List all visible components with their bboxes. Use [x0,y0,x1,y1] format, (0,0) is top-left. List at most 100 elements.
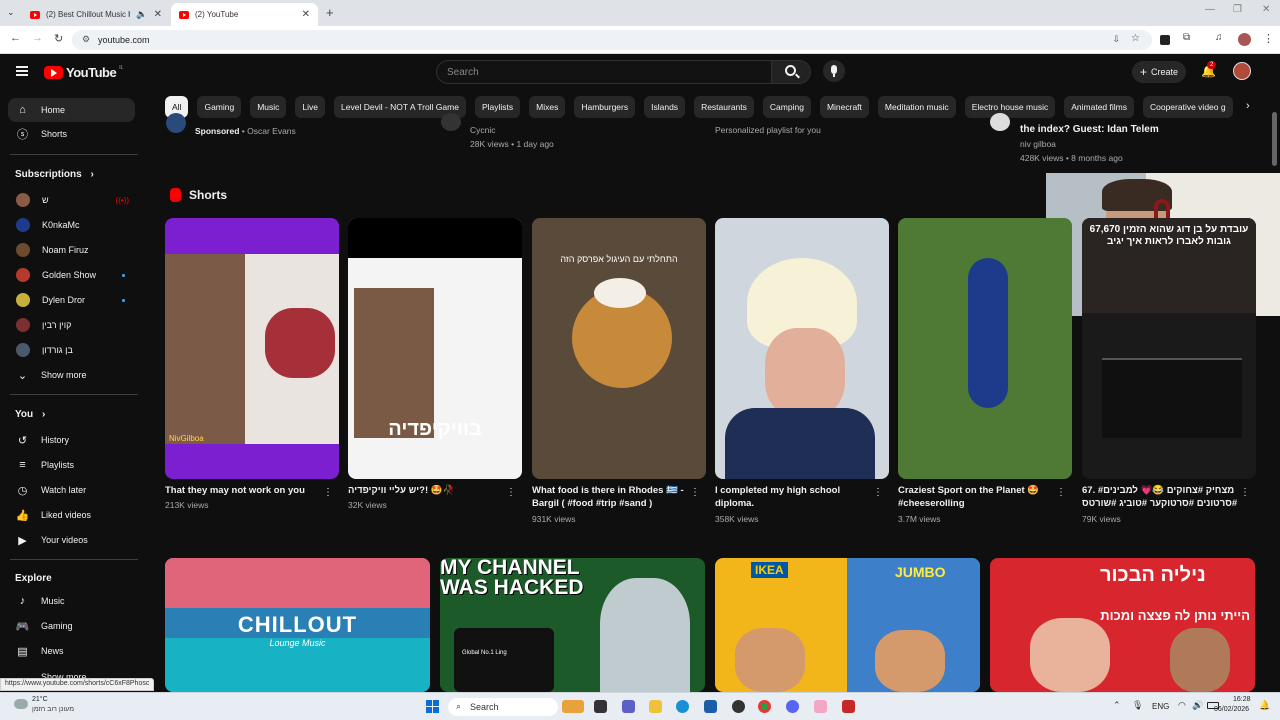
store-icon[interactable] [704,700,717,713]
filter-chip[interactable]: Live [295,96,326,118]
sidebar-item-watch-later[interactable]: ◷ Watch later [8,478,135,502]
short-title[interactable]: I completed my high school diploma. [715,484,875,510]
close-window-icon[interactable]: ✕ [1262,4,1270,15]
page-scrollbar[interactable] [1272,92,1278,692]
media-control-icon[interactable]: ♫ [1215,32,1223,43]
sidebar-item-your-videos[interactable]: ▶ Your videos [8,528,135,552]
filter-chip[interactable]: Playlists [474,96,521,118]
more-actions-icon[interactable]: ⋮ [873,487,883,498]
short-thumbnail[interactable]: התחלתי עם העיגול אפרסק הזה [532,218,706,479]
forward-icon[interactable]: → [32,32,43,44]
more-actions-icon[interactable]: ⋮ [1240,487,1250,498]
short-title[interactable]: What food is there in Rhodes 🇬🇷 - Bargil… [532,484,692,510]
sidebar-item-subscription[interactable]: קוין רבין [8,313,135,337]
wifi-icon[interactable]: ◠ [1178,700,1186,711]
task-view-icon[interactable] [594,700,607,713]
notification-center-icon[interactable]: 🔔 [1259,700,1270,711]
sidebar-item-subscription[interactable]: Dylen Dror [8,288,135,312]
advertiser-name[interactable]: Oscar Evans [247,126,296,136]
you-header[interactable]: You › [15,409,45,420]
sidebar-item-subscription[interactable]: ש ((•)) [8,188,135,212]
sidebar-item-history[interactable]: ↺ History [8,428,135,452]
hamburger-menu-icon[interactable] [16,66,28,76]
sidebar-item-home[interactable]: ⌂ Home [8,98,135,122]
volume-icon[interactable]: 🔊 [1192,700,1203,711]
clock-date[interactable]: 06/02/2026 [1214,706,1249,713]
tab-youtube[interactable]: (2) YouTube ✕ [171,3,318,26]
sidebar-item-liked-videos[interactable]: 👍 Liked videos [8,503,135,527]
more-actions-icon[interactable]: ⋮ [506,487,516,498]
extensions-puzzle-icon[interactable]: ⧉ [1183,32,1190,43]
minimize-icon[interactable]: — [1205,4,1215,15]
sidebar-item-shorts[interactable]: ⓢ Shorts [8,122,135,146]
scrollbar-thumb[interactable] [1272,112,1277,166]
weather-icon[interactable] [14,699,28,709]
speaker-icon[interactable]: 🔈 [136,9,147,20]
tray-chevron-icon[interactable]: ⌃ [1113,700,1121,711]
taskbar-search[interactable]: ⌕ Search [448,698,558,716]
filter-chip[interactable]: Camping [762,96,811,118]
filter-chip[interactable]: Restaurants [694,96,754,118]
video-thumbnail[interactable]: ניליה הבכור הייתי נותן לה פצצה ומכות [990,558,1255,692]
short-thumbnail[interactable]: NivGilboa [165,218,339,479]
channel-avatar[interactable] [990,113,1010,131]
more-actions-icon[interactable]: ⋮ [690,487,700,498]
profile-avatar[interactable] [1238,33,1251,46]
sponsored-channel-avatar[interactable] [166,113,186,133]
sidebar-item-subscription[interactable]: Noam Firuz [8,238,135,262]
filter-chip[interactable]: Islands [644,96,686,118]
reload-icon[interactable]: ↻ [54,32,63,45]
sidebar-item-subscription[interactable]: K0nkaMc [8,213,135,237]
short-title[interactable]: 67. #מצחיק #צחוקים 😂💗 למבינים #סרטונים #… [1082,484,1242,510]
app-icon[interactable] [732,700,745,713]
video-thumbnail[interactable]: CHILLOUT Lounge Music [165,558,430,692]
short-title[interactable]: יש עליי וויקיפדיה?! 🤩🥀 [348,484,508,497]
install-icon[interactable]: ⇩ [1112,34,1120,45]
filter-chip[interactable]: Minecraft [819,96,869,118]
sidebar-item-subscription[interactable]: בן גורדון [8,338,135,362]
language-indicator[interactable]: ENG [1152,702,1169,711]
address-field[interactable]: ⚙ youtube.com ⇩ ☆ [72,30,1152,50]
filter-chip[interactable]: Hamburgers [574,96,636,118]
bookmark-star-icon[interactable]: ☆ [1131,33,1140,44]
site-info-icon[interactable]: ⚙ [82,34,90,45]
video-thumbnail[interactable]: MY CHANNEL WAS HACKED Global No.1 Ling [440,558,705,692]
close-tab-icon[interactable]: ✕ [154,9,162,20]
browser-menu-icon[interactable]: ⋮ [1263,32,1274,45]
tab-chillout[interactable]: (2) Best Chillout Music 🎼 🔈 ✕ [22,3,170,26]
channel-avatar[interactable] [441,113,461,131]
clock-time[interactable]: 16:28 [1233,696,1251,703]
short-thumbnail[interactable] [715,218,889,479]
video-thumbnail[interactable]: IKEA JUMBO [715,558,980,692]
edge-icon[interactable] [676,700,689,713]
new-tab-icon[interactable]: + [326,5,334,20]
sidebar-item-music[interactable]: ♪ Music [8,589,135,613]
close-tab-icon[interactable]: ✕ [302,9,310,20]
account-avatar[interactable] [1233,62,1251,80]
youtube-logo[interactable]: YouTube IL [44,65,123,80]
short-thumbnail[interactable]: עובדת על בן דוג שהוא הזמין 67,670 גובות … [1082,218,1256,479]
show-more-button[interactable]: ⌄ Show more [8,363,135,387]
channel-name[interactable]: niv gilboa [1020,139,1056,149]
chips-next-chevron-icon[interactable]: › [1246,100,1250,112]
short-thumbnail[interactable]: בוויקיפדיה [348,218,522,479]
sidebar-item-gaming[interactable]: 🎮 Gaming [8,614,135,638]
voice-search-button[interactable] [823,60,845,82]
widgets-icon[interactable] [562,700,584,713]
sidebar-item-playlists[interactable]: ≡ Playlists [8,453,135,477]
tab-search-icon[interactable]: ⌄ [7,7,15,18]
subscriptions-header[interactable]: Subscriptions › [15,169,94,180]
back-icon[interactable]: ← [10,32,21,44]
short-title[interactable]: Craziest Sport on the Planet 🤩 #cheesero… [898,484,1058,510]
channel-name[interactable]: Cycnic [470,125,496,135]
filter-chip[interactable]: Animated films [1064,96,1134,118]
teams-icon[interactable] [622,700,635,713]
mic-tray-icon[interactable]: 🎙 [1132,700,1143,711]
video-title[interactable]: the index? Guest: Idan Telem [1020,123,1159,136]
search-input[interactable]: Search [436,60,772,84]
filter-chip[interactable]: Cooperative video g [1142,96,1233,118]
discord-icon[interactable] [786,700,799,713]
sidebar-item-news[interactable]: ▤ News [8,639,135,663]
filter-chip[interactable]: Gaming [197,96,242,118]
more-actions-icon[interactable]: ⋮ [1056,487,1066,498]
